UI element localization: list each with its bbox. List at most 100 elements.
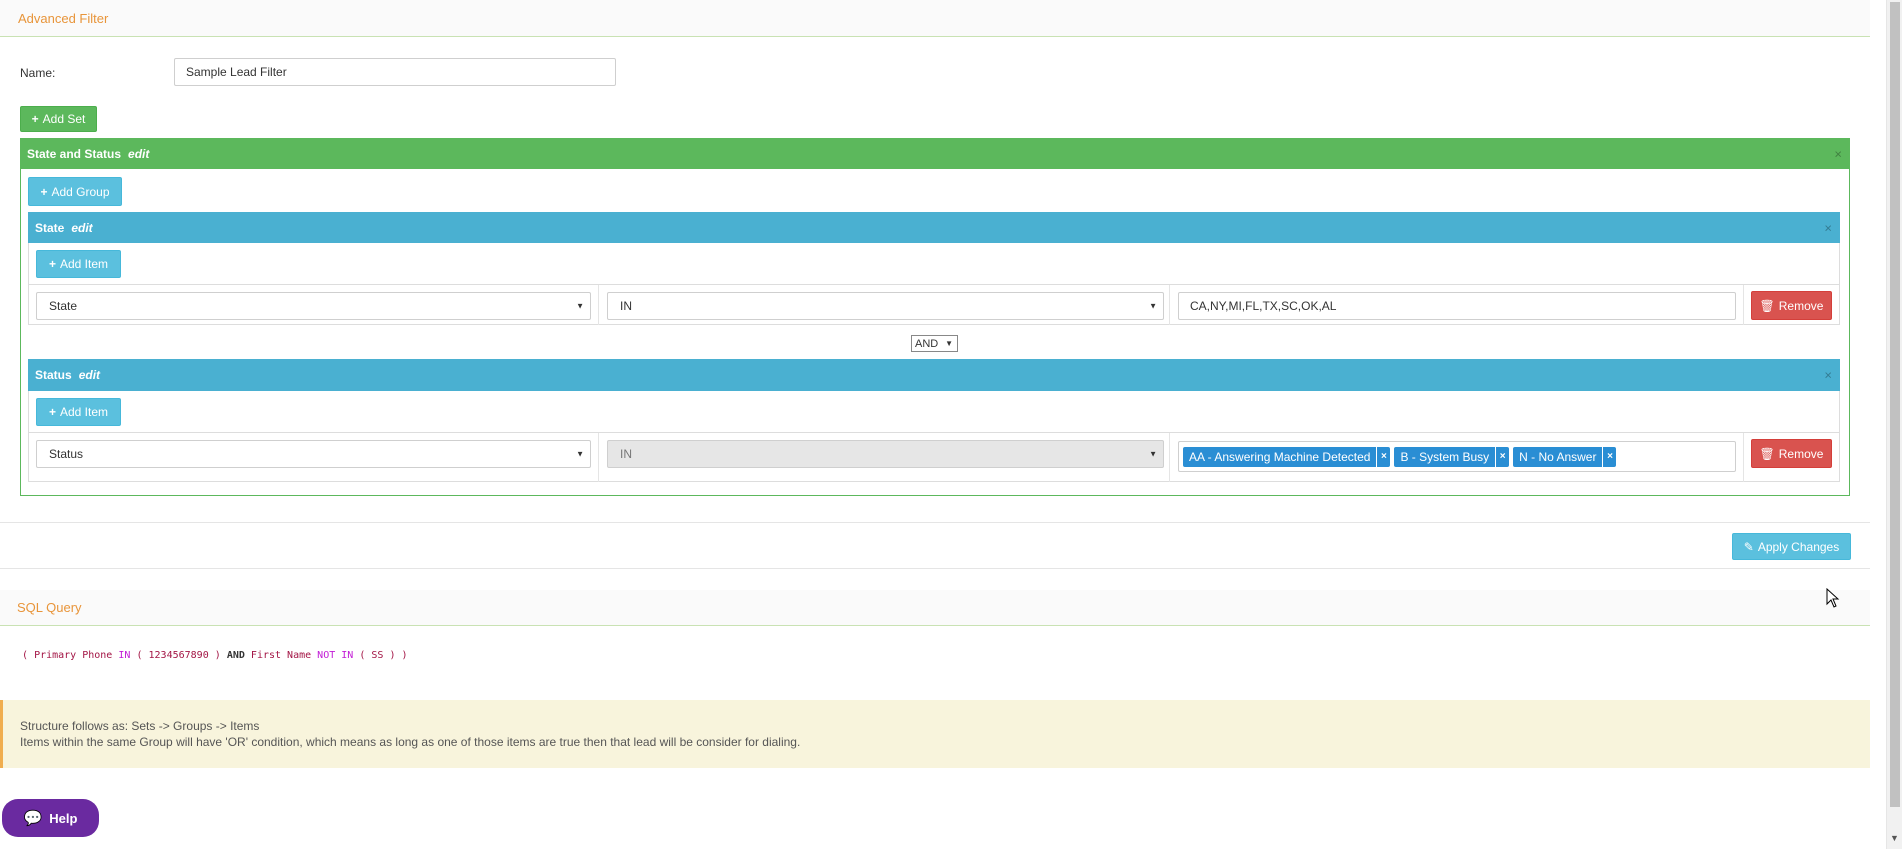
help-button[interactable]: 💬 Help <box>2 799 99 837</box>
plus-icon: + <box>31 112 39 126</box>
sql-token: ( <box>136 650 143 661</box>
item-value-input[interactable]: CA,NY,MI,FL,TX,SC,OK,AL <box>1178 292 1736 320</box>
set-title: State and Status <box>27 146 122 161</box>
tag-item: B - System Busy × <box>1394 446 1510 467</box>
scrollbar-thumb[interactable] <box>1890 2 1900 807</box>
caret-down-icon: ▼ <box>1149 301 1157 311</box>
item-value-text: CA,NY,MI,FL,TX,SC,OK,AL <box>1190 299 1337 313</box>
group-close-icon[interactable]: × <box>1824 220 1832 235</box>
item-field-select[interactable]: Status ▼ <box>36 440 591 468</box>
plus-icon: + <box>48 405 56 419</box>
remove-label: Remove <box>1778 446 1824 461</box>
caret-down-icon: ▼ <box>945 339 953 348</box>
cell-divider <box>1169 433 1170 482</box>
cell-divider <box>598 285 599 325</box>
tag-label: B - System Busy <box>1400 449 1490 464</box>
mouse-cursor-icon <box>1826 587 1840 608</box>
plus-icon: + <box>40 184 48 199</box>
item-operator-value: IN <box>620 299 632 313</box>
set-close-icon[interactable]: × <box>1834 146 1842 161</box>
add-item-label: Add Item <box>59 257 109 271</box>
group-title: Status <box>35 368 72 382</box>
item-field-value: State <box>49 299 78 313</box>
caret-down-icon: ▼ <box>1149 449 1157 459</box>
item-row-divider <box>29 284 1839 285</box>
tag-label: AA - Answering Machine Detected <box>1189 449 1371 464</box>
advanced-filter-title: Advanced Filter <box>18 11 109 26</box>
group-header-status: Status edit × <box>28 359 1840 391</box>
add-item-label: Add Item <box>59 405 109 419</box>
add-set-label: Add Set <box>42 112 86 126</box>
tag-label: N - No Answer <box>1519 449 1597 464</box>
sql-token: IN <box>118 650 131 661</box>
item-field-value: Status <box>49 447 84 461</box>
item-operator-value: IN <box>620 447 632 461</box>
trash-icon: 🗑 <box>1759 298 1775 313</box>
sql-token: ( <box>22 650 29 661</box>
sql-token: First Name <box>250 650 312 661</box>
remove-item-button[interactable]: 🗑 Remove <box>1751 291 1832 320</box>
add-item-button[interactable]: + Add Item <box>36 398 121 426</box>
connector-value: AND <box>915 337 939 350</box>
connector-select[interactable]: AND ▼ <box>911 335 958 352</box>
filter-name-value: Sample Lead Filter <box>186 65 287 79</box>
cell-divider <box>1169 285 1170 325</box>
item-operator-select[interactable]: IN ▼ <box>607 440 1164 468</box>
advanced-filter-header: Advanced Filter <box>0 0 1870 37</box>
apply-changes-button[interactable]: ✎ Apply Changes <box>1732 533 1851 560</box>
add-group-label: Add Group <box>51 184 110 199</box>
group-title: State <box>35 220 65 235</box>
vertical-scrollbar[interactable]: ▼ <box>1886 0 1902 849</box>
caret-down-icon: ▼ <box>576 301 584 311</box>
sql-token: ) <box>401 650 408 661</box>
remove-label: Remove <box>1778 298 1824 313</box>
tag-remove-icon[interactable]: × <box>1495 446 1509 467</box>
structure-note: Structure follows as: Sets -> Groups -> … <box>0 700 1870 768</box>
scroll-down-arrow-icon[interactable]: ▼ <box>1890 833 1899 843</box>
sql-token: Primary Phone <box>34 650 113 661</box>
sql-token: 1234567890 <box>148 650 209 661</box>
sql-query-title: SQL Query <box>17 600 82 615</box>
item-value-tags[interactable]: AA - Answering Machine Detected × B - Sy… <box>1178 441 1736 472</box>
name-label: Name: <box>20 66 56 80</box>
sql-token: NOT IN <box>317 650 354 661</box>
sql-token: ( <box>359 650 366 661</box>
caret-down-icon: ▼ <box>576 449 584 459</box>
note-line-2: Items within the same Group will have 'O… <box>20 735 801 749</box>
edit-icon: ✎ <box>1743 539 1754 554</box>
add-group-button[interactable]: + Add Group <box>28 177 122 206</box>
item-field-select[interactable]: State ▼ <box>36 292 591 320</box>
plus-icon: + <box>48 257 56 271</box>
sql-query-text: ( Primary Phone IN ( 1234567890 ) AND Fi… <box>22 650 408 661</box>
sql-token: SS <box>371 650 384 661</box>
sql-token: ) <box>389 650 396 661</box>
cell-divider <box>598 433 599 482</box>
section-divider <box>0 522 1870 523</box>
tag-item: N - No Answer × <box>1513 446 1617 467</box>
group-edit-link[interactable]: edit <box>79 368 100 382</box>
tag-remove-icon[interactable]: × <box>1602 446 1616 467</box>
cell-divider <box>1743 285 1744 325</box>
item-operator-select[interactable]: IN ▼ <box>607 292 1164 320</box>
sql-token: AND <box>226 650 245 661</box>
group-edit-link[interactable]: edit <box>71 221 92 235</box>
chat-bubble-icon: 💬 <box>23 810 43 827</box>
trash-icon: 🗑 <box>1759 446 1775 461</box>
sql-query-header: SQL Query <box>0 590 1870 626</box>
cell-divider <box>1743 433 1744 482</box>
remove-item-button[interactable]: 🗑 Remove <box>1751 439 1832 468</box>
group-close-icon[interactable]: × <box>1824 368 1832 383</box>
apply-changes-label: Apply Changes <box>1757 539 1840 554</box>
tag-remove-icon[interactable]: × <box>1376 446 1390 467</box>
help-label: Help <box>49 810 78 826</box>
group-header-state: State edit × <box>28 212 1840 243</box>
sql-token: ) <box>214 650 221 661</box>
filter-name-input[interactable]: Sample Lead Filter <box>174 58 616 86</box>
tag-item: AA - Answering Machine Detected × <box>1183 446 1391 467</box>
item-row-divider <box>29 432 1839 433</box>
note-line-1: Structure follows as: Sets -> Groups -> … <box>20 719 260 733</box>
set-edit-link[interactable]: edit <box>128 147 149 161</box>
set-header: State and Status edit × <box>20 138 1850 169</box>
add-item-button[interactable]: + Add Item <box>36 250 121 278</box>
add-set-button[interactable]: + Add Set <box>20 106 97 132</box>
